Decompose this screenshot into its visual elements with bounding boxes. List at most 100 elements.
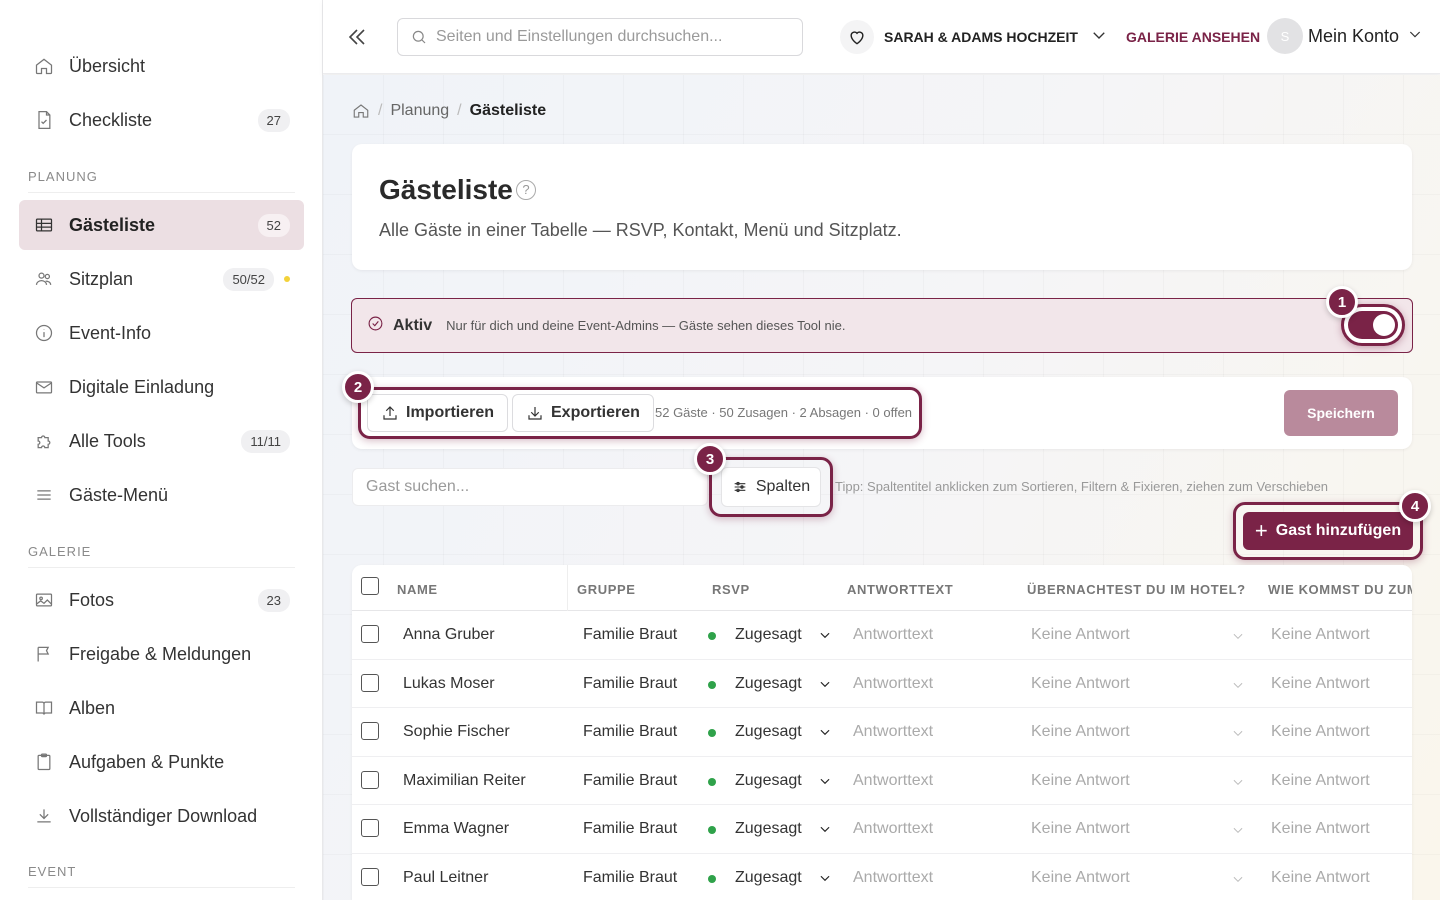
guest-group[interactable]: Familie Braut [583, 772, 677, 790]
hotel-answer[interactable]: Keine Antwort [1031, 820, 1130, 838]
import-button[interactable]: Importieren [367, 394, 509, 432]
guest-search-input[interactable] [366, 478, 686, 496]
guest-name[interactable]: Maximilian Reiter [403, 772, 526, 790]
add-guest-highlight: + Gast hinzufügen [1233, 502, 1423, 560]
column-header-antworttext[interactable]: ANTWORTTEXT [847, 582, 953, 597]
upload-icon [383, 406, 397, 420]
sidebar-item-fotos[interactable]: Fotos 23 [19, 575, 304, 625]
hotel-answer[interactable]: Keine Antwort [1031, 626, 1130, 644]
guest-group[interactable]: Familie Braut [583, 723, 677, 741]
sidebar-item-alle-tools[interactable]: Alle Tools 11/11 [19, 416, 304, 466]
rsvp-status-dot [708, 826, 716, 834]
guest-name[interactable]: Lukas Moser [403, 675, 495, 693]
mail-icon [33, 376, 55, 398]
global-search-input[interactable] [436, 28, 786, 46]
columns-button[interactable]: Spalten [721, 467, 821, 507]
travel-answer[interactable]: Keine Antwort [1271, 772, 1370, 790]
section-heading-galerie: GALERIE [28, 544, 295, 568]
chevron-down-icon[interactable] [1231, 678, 1245, 697]
table-icon [33, 214, 55, 236]
event-selector[interactable]: SARAH & ADAMS HOCHZEIT [840, 18, 1108, 56]
hotel-answer[interactable]: Keine Antwort [1031, 675, 1130, 693]
rsvp-select[interactable]: Zugesagt [735, 772, 832, 790]
answer-text[interactable]: Antworttext [853, 820, 933, 838]
breadcrumb-planung[interactable]: Planung [390, 102, 449, 120]
travel-answer[interactable]: Keine Antwort [1271, 820, 1370, 838]
chevron-down-icon[interactable] [1231, 823, 1245, 842]
hotel-answer[interactable]: Keine Antwort [1031, 772, 1130, 790]
column-header-gruppe[interactable]: GRUPPE [577, 582, 636, 597]
add-guest-button[interactable]: + Gast hinzufügen [1243, 512, 1413, 550]
global-search[interactable] [397, 18, 803, 56]
rsvp-select[interactable]: Zugesagt [735, 723, 832, 741]
column-header-anreise[interactable]: WIE KOMMST DU ZUM [1268, 582, 1412, 597]
main-content: / Planung / Gästeliste Gästeliste ? Alle… [323, 75, 1440, 900]
guest-name[interactable]: Emma Wagner [403, 820, 509, 838]
sidebar-item-sitzplan[interactable]: Sitzplan 50/52 [19, 254, 304, 304]
sidebar-item-aufgaben[interactable]: Aufgaben & Punkte [19, 737, 304, 787]
rsvp-select[interactable]: Zugesagt [735, 626, 832, 644]
answer-text[interactable]: Antworttext [853, 626, 933, 644]
answer-text[interactable]: Antworttext [853, 723, 933, 741]
sidebar-item-uebersicht[interactable]: Übersicht [19, 41, 304, 91]
sidebar-item-gaeste-menue[interactable]: Gäste-Menü [19, 470, 304, 520]
guest-group[interactable]: Familie Braut [583, 820, 677, 838]
travel-answer[interactable]: Keine Antwort [1271, 675, 1370, 693]
travel-answer[interactable]: Keine Antwort [1271, 723, 1370, 741]
rsvp-select[interactable]: Zugesagt [735, 675, 832, 693]
rsvp-select[interactable]: Zugesagt [735, 869, 832, 887]
select-all-checkbox[interactable] [361, 577, 379, 595]
row-checkbox[interactable] [361, 819, 379, 837]
guest-group[interactable]: Familie Braut [583, 626, 677, 644]
column-header-rsvp[interactable]: RSVP [712, 582, 750, 597]
sidebar-item-download[interactable]: Vollständiger Download [19, 791, 304, 841]
avatar: S [1267, 18, 1303, 54]
breadcrumb-separator: / [378, 102, 383, 119]
guest-name[interactable]: Sophie Fischer [403, 723, 510, 741]
collapse-sidebar-icon[interactable] [345, 25, 369, 49]
help-icon[interactable]: ? [516, 180, 536, 200]
hotel-answer[interactable]: Keine Antwort [1031, 723, 1130, 741]
home-icon[interactable] [352, 102, 370, 120]
travel-answer[interactable]: Keine Antwort [1271, 869, 1370, 887]
view-gallery-link[interactable]: GALERIE ANSEHEN [1126, 29, 1260, 45]
file-check-icon [33, 109, 55, 131]
sidebar-item-alben[interactable]: Alben [19, 683, 304, 733]
chevron-down-icon[interactable] [1231, 775, 1245, 794]
sidebar-item-gaesteliste[interactable]: Gästeliste 52 [19, 200, 304, 250]
export-button[interactable]: Exportieren [512, 394, 654, 432]
account-menu[interactable]: S Mein Konto [1267, 18, 1423, 54]
row-checkbox[interactable] [361, 867, 379, 886]
count-badge: 50/52 [223, 267, 274, 291]
book-icon [33, 697, 55, 719]
rsvp-select[interactable]: Zugesagt [735, 820, 832, 838]
column-divider [567, 565, 568, 611]
guest-group[interactable]: Familie Braut [583, 675, 677, 693]
column-header-hotel[interactable]: ÜBERNACHTEST DU IM HOTEL? [1027, 582, 1246, 597]
chevron-down-icon[interactable] [1231, 629, 1245, 648]
sidebar-item-freigabe[interactable]: Freigabe & Meldungen [19, 629, 304, 679]
hotel-answer[interactable]: Keine Antwort [1031, 869, 1130, 887]
travel-answer[interactable]: Keine Antwort [1271, 626, 1370, 644]
guest-name[interactable]: Anna Gruber [403, 626, 495, 644]
check-circle-icon [367, 315, 384, 337]
sidebar-item-label: Fotos [69, 589, 115, 610]
save-button[interactable]: Speichern [1284, 390, 1398, 436]
answer-text[interactable]: Antworttext [853, 675, 933, 693]
sidebar-item-event-info[interactable]: Event-Info [19, 308, 304, 358]
guest-group[interactable]: Familie Braut [583, 869, 677, 887]
answer-text[interactable]: Antworttext [853, 772, 933, 790]
chevron-down-icon[interactable] [1231, 726, 1245, 745]
answer-text[interactable]: Antworttext [853, 869, 933, 887]
guest-name[interactable]: Paul Leitner [403, 869, 488, 887]
status-label: Aktiv [393, 316, 433, 334]
row-checkbox[interactable] [361, 722, 379, 740]
sidebar-item-digitale-einladung[interactable]: Digitale Einladung [19, 362, 304, 412]
row-checkbox[interactable] [361, 770, 379, 789]
guest-search[interactable] [352, 468, 708, 506]
column-header-name[interactable]: NAME [397, 582, 438, 597]
sidebar-item-checkliste[interactable]: Checkliste 27 [19, 95, 304, 145]
row-checkbox[interactable] [361, 673, 379, 692]
chevron-down-icon[interactable] [1231, 872, 1245, 891]
row-checkbox[interactable] [361, 625, 379, 643]
